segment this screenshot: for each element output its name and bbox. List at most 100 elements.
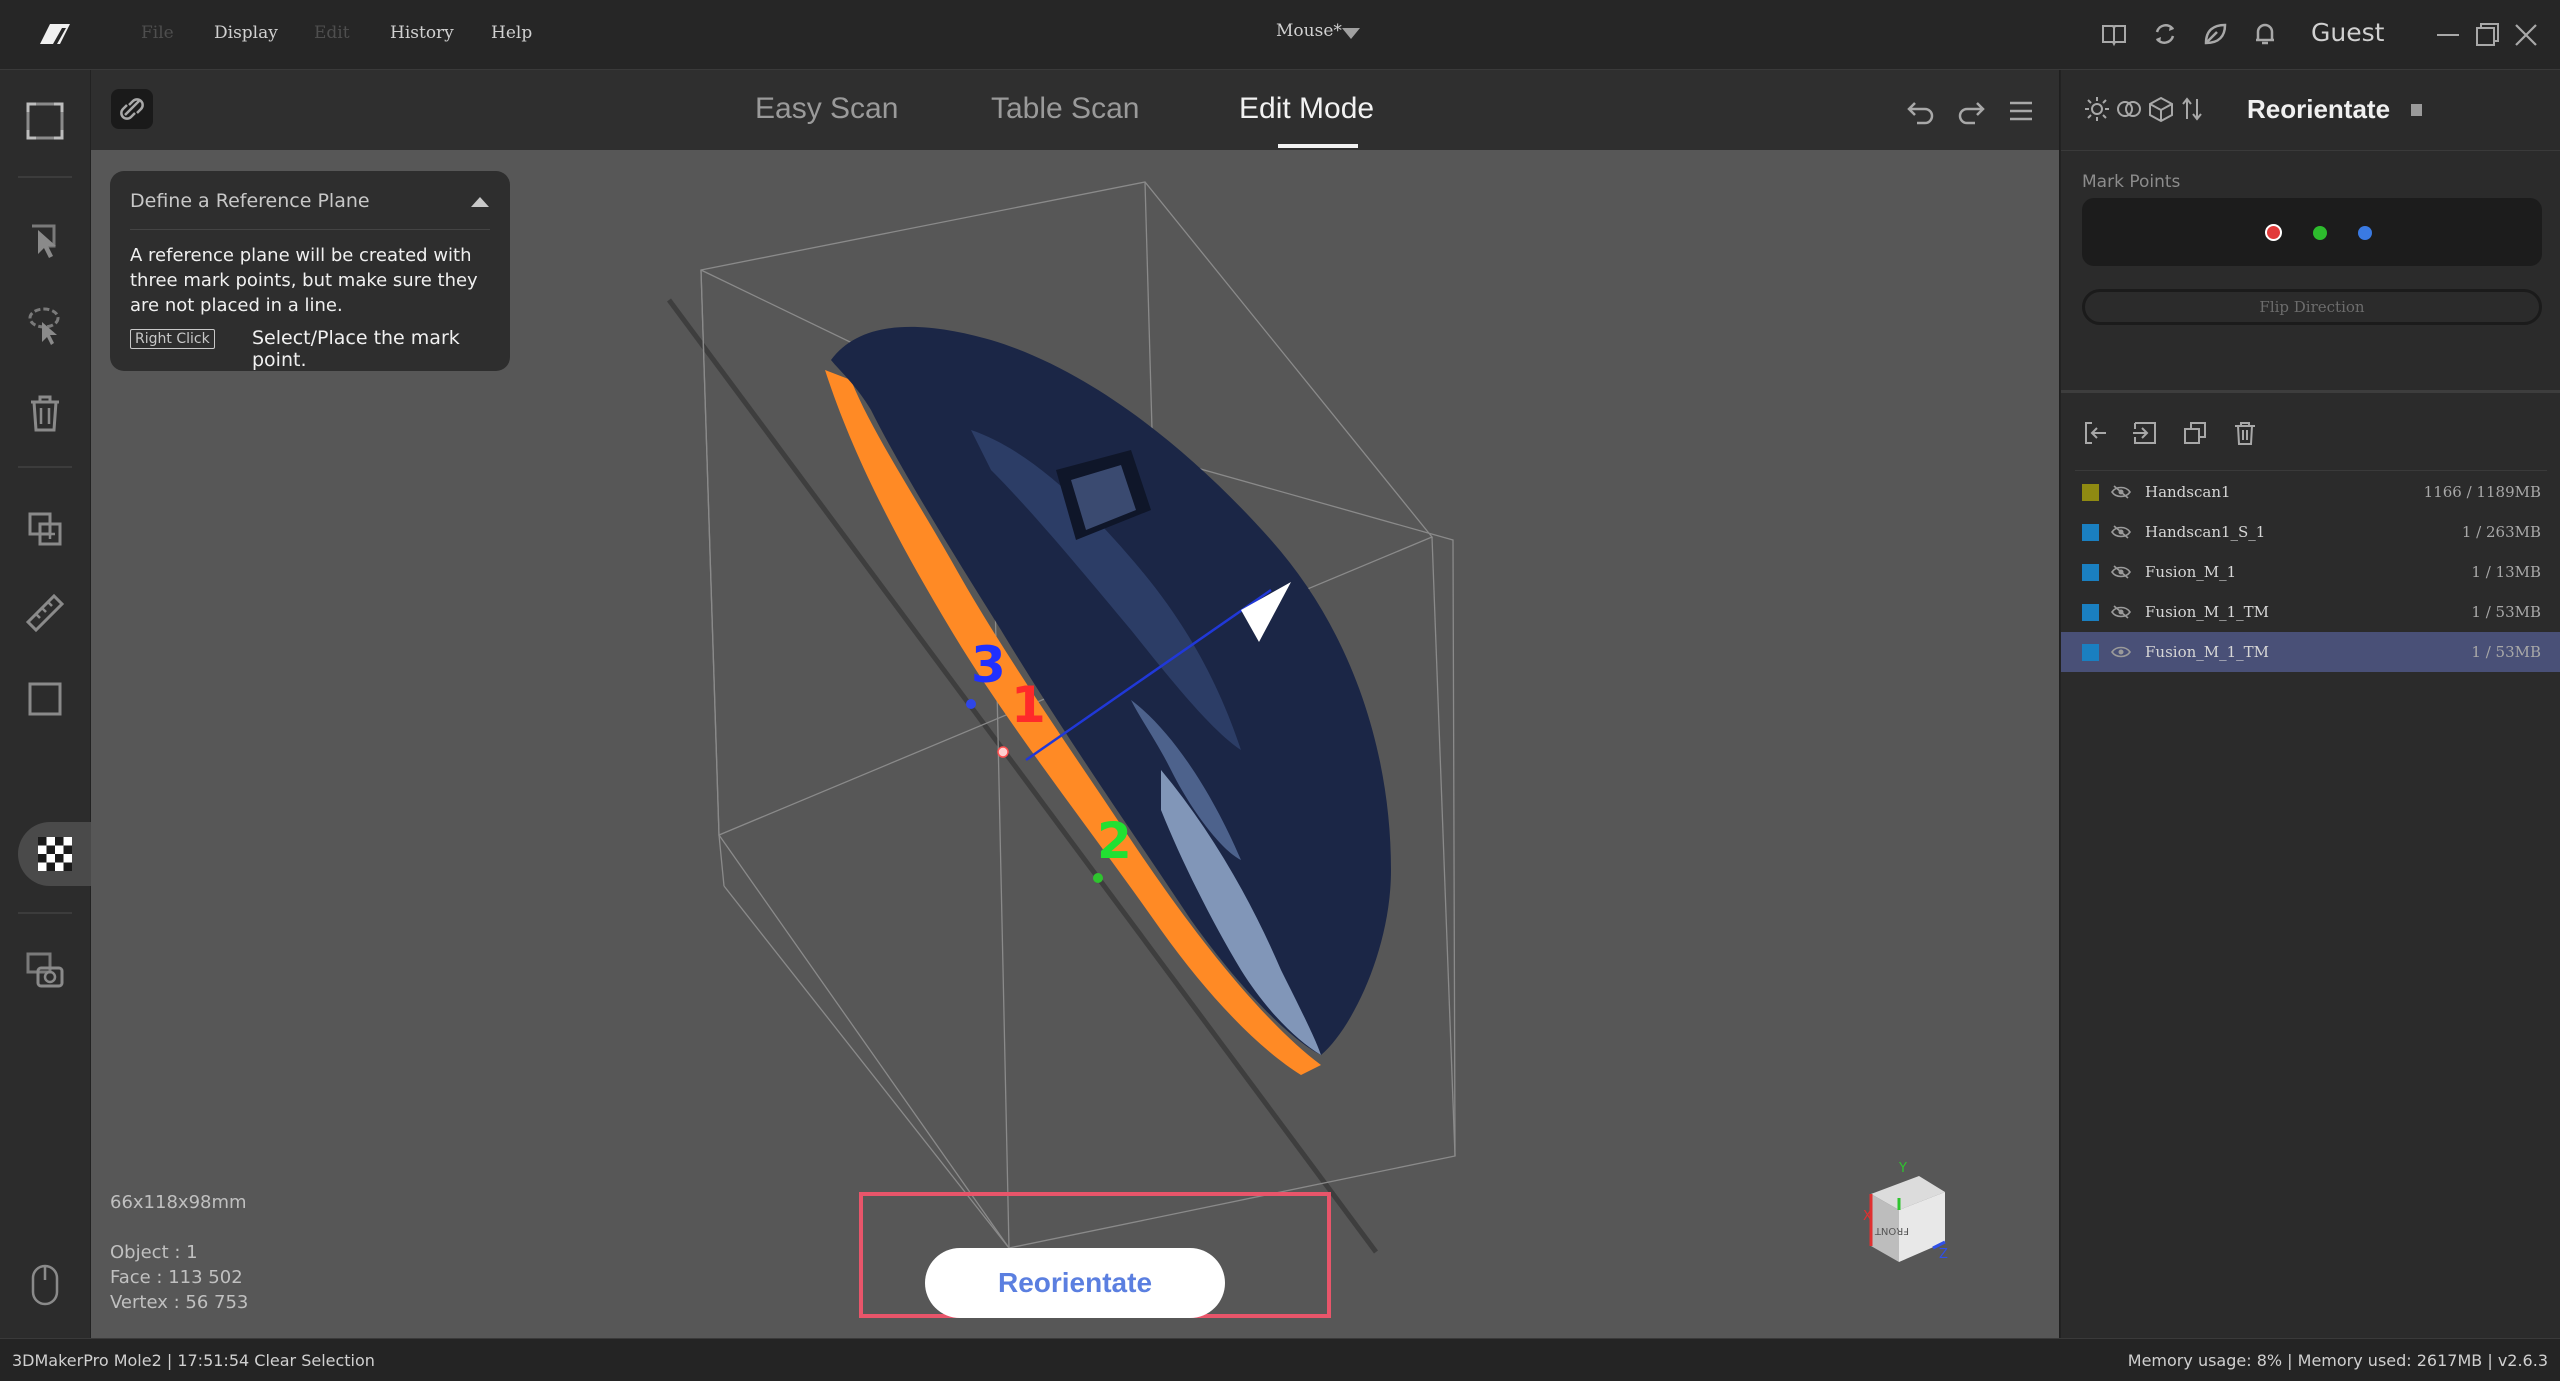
collapse-caret-icon[interactable] [471,197,489,207]
mark-points-box [2082,198,2542,266]
merge-icon[interactable] [22,506,68,552]
object-color-swatch[interactable] [2082,644,2099,661]
measure-ruler-icon[interactable] [22,590,68,636]
3d-viewport[interactable]: 1 2 3 Easy Scan Table Scan Edit Mode Def… [91,70,2059,1338]
model-dimensions: 66x118x98mm [110,1192,247,1213]
marker-label-3: 3 [971,636,1006,694]
menu-list-icon[interactable] [2005,95,2037,127]
active-tab-indicator [1278,144,1358,148]
marker-label-1: 1 [1011,676,1046,734]
separator [2061,390,2560,393]
object-row[interactable]: Handscan1 1166 / 1189MB [2061,472,2560,512]
select-cursor-icon[interactable] [22,216,68,262]
separator [18,912,72,914]
object-color-swatch[interactable] [2082,604,2099,621]
mark-point-blue[interactable] [2358,226,2372,240]
tab-table-scan[interactable]: Table Scan [991,92,1139,126]
axis-y-label: Y [1898,1161,1907,1176]
scan-body [831,326,1391,1055]
sync-icon[interactable] [2151,20,2179,48]
mark-point-red[interactable] [2265,224,2282,241]
tab-edit-mode[interactable]: Edit Mode [1239,92,1374,126]
object-row[interactable]: Fusion_M_1 1 / 13MB [2061,552,2560,592]
light-icon[interactable] [2083,95,2111,123]
import-icon[interactable] [2082,419,2110,447]
object-name: Handscan1 [2145,483,2231,501]
divider [130,229,490,230]
frame-select-icon[interactable] [22,98,68,144]
mark-point-green[interactable] [2313,226,2327,240]
object-name: Handscan1_S_1 [2145,523,2266,541]
mark-point-3 [966,699,976,709]
status-left: 3DMakerPro Mole2 | 17:51:54 Clear Select… [12,1351,375,1370]
separator [18,466,72,468]
delete-icon[interactable] [2231,419,2259,447]
crop-box-icon[interactable] [22,676,68,722]
chevron-down-icon[interactable] [1342,28,1360,39]
menu-history[interactable]: History [390,23,454,43]
eye-icon[interactable] [2111,645,2131,659]
lasso-select-icon[interactable] [22,302,68,348]
eye-hidden-icon[interactable] [2111,605,2131,619]
object-info: 1 / 13MB [2471,563,2541,581]
eye-hidden-icon[interactable] [2111,485,2131,499]
marker-label-2: 2 [1097,812,1132,870]
undo-icon[interactable] [1905,95,1937,127]
object-name: Fusion_M_1_TM [2145,603,2270,621]
object-info: 1166 / 1189MB [2423,483,2541,501]
document-title[interactable]: Mouse* [1276,21,1342,41]
eye-hidden-icon[interactable] [2111,565,2131,579]
status-right: Memory usage: 8% | Memory used: 2617MB |… [2127,1351,2548,1370]
reorientate-button[interactable]: Reorientate [925,1248,1225,1318]
menu-display[interactable]: Display [214,23,278,43]
hint-key-badge: Right Click [130,329,215,349]
menu-edit[interactable]: Edit [314,23,350,43]
trash-icon[interactable] [22,390,68,436]
hint-title: Define a Reference Plane [130,190,370,212]
checker-texture-icon[interactable] [32,831,78,877]
object-row[interactable]: Handscan1_S_1 1 / 263MB [2061,512,2560,552]
object-row[interactable]: Fusion_M_1_TM 1 / 53MB [2061,632,2560,672]
object-info: 1 / 263MB [2461,523,2541,541]
tab-easy-scan[interactable]: Easy Scan [755,92,898,126]
object-name: Fusion_M_1 [2145,563,2237,581]
close-icon[interactable] [2511,20,2541,50]
mouse-icon[interactable] [30,1264,60,1306]
face-count: Face : 113 502 [110,1267,243,1288]
vertex-count: Vertex : 56 753 [110,1292,249,1313]
object-count: Object : 1 [110,1242,198,1263]
left-toolbar [0,70,94,1338]
bell-icon[interactable] [2251,20,2279,48]
hint-body: A reference plane will be created with t… [130,245,478,316]
eye-hidden-icon[interactable] [2111,525,2131,539]
flip-direction-button[interactable]: Flip Direction [2082,289,2542,325]
user-name[interactable]: Guest [2311,18,2384,47]
object-name: Fusion_M_1_TM [2145,643,2270,661]
minimize-icon[interactable] [2433,20,2463,50]
snapshot-icon[interactable] [22,948,68,994]
axis-z-label: Z [1939,1247,1948,1262]
object-color-swatch[interactable] [2082,484,2099,501]
duplicate-icon[interactable] [2181,419,2209,447]
object-color-swatch[interactable] [2082,524,2099,541]
export-icon[interactable] [2131,419,2159,447]
hint-panel: Define a Reference Plane A reference pla… [110,171,510,371]
link-button[interactable] [111,89,153,129]
book-icon[interactable] [2100,20,2128,48]
menu-help[interactable]: Help [491,23,532,43]
view-cube[interactable]: FRONT Y X Z [1859,1158,1979,1268]
reorientate-icon[interactable] [2179,95,2207,123]
object-row[interactable]: Fusion_M_1_TM 1 / 53MB [2061,592,2560,632]
mark-point-1 [997,746,1009,758]
object-color-swatch[interactable] [2082,564,2099,581]
redo-icon[interactable] [1955,95,1987,127]
restore-icon[interactable] [2472,20,2502,50]
texture-sphere-icon[interactable] [2115,95,2143,123]
mesh-cube-icon[interactable] [2147,95,2175,123]
object-info: 1 / 53MB [2471,643,2541,661]
mark-point-2 [1093,873,1103,883]
leaf-icon[interactable] [2201,20,2229,48]
separator [2075,470,2547,471]
menu-file[interactable]: File [141,23,174,43]
hint-action: Select/Place the mark point. [252,327,460,371]
